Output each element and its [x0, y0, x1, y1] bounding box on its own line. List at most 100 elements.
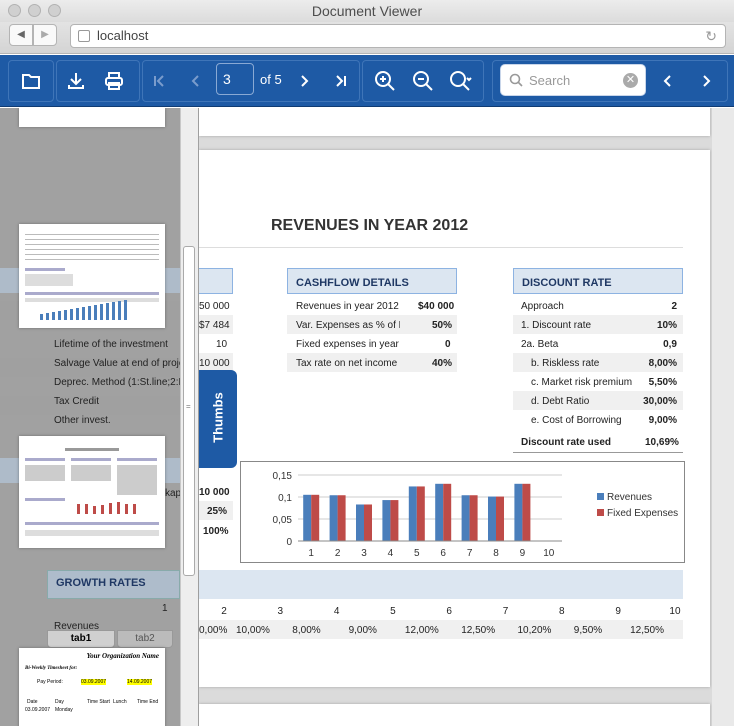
back-button[interactable]: ◀ — [9, 24, 33, 46]
cashflow-value-1: $40 000 — [418, 301, 455, 312]
growth-value-9: 12,50% — [630, 625, 665, 636]
browser-window: Document Viewer ◀ ▶ localhost ↻ 3 of 5 S… — [0, 0, 734, 726]
url-text: localhost — [97, 28, 149, 43]
thumb-pay-label: Pay Period: — [37, 679, 63, 685]
discount-value-7: 9,00% — [648, 415, 677, 426]
search-previous-icon[interactable] — [650, 63, 686, 99]
page-count: of 5 — [260, 72, 282, 87]
growth-year-3: 3 — [277, 606, 284, 617]
zoom-window-button[interactable] — [48, 4, 61, 17]
x-tick-label: 10 — [543, 548, 555, 559]
previous-page-icon[interactable] — [178, 63, 214, 99]
thumb-subtitle: Bi-Weekly Timesheet for: — [25, 666, 78, 671]
y-tick-label: 0,15 — [273, 471, 293, 482]
sidebar-row-3: Deprec. Method (1:St.line;2:DE — [54, 377, 180, 388]
growth-value-8: 9,50% — [573, 625, 603, 636]
y-tick-label: 0 — [286, 537, 292, 548]
thumb-org-name: Your Organization Name — [86, 652, 159, 660]
forward-button[interactable]: ▶ — [33, 24, 57, 46]
bar-fixed-expenses — [522, 483, 531, 541]
vertical-scrollbar[interactable] — [712, 108, 734, 726]
thumbnails-sidebar: Lifetime of the investment Salvage Value… — [0, 108, 199, 726]
growth-year-6: 6 — [446, 606, 452, 617]
bar-fixed-expenses — [416, 486, 425, 541]
growth-year-5: 5 — [390, 606, 396, 617]
thumbnail-page-1[interactable] — [19, 108, 165, 127]
search-input[interactable]: Search ✕ — [500, 64, 646, 96]
discount-label-1: Approach — [521, 301, 564, 312]
thumbnail-page-2[interactable] — [19, 224, 165, 328]
thumbnail-page-4[interactable]: Your Organization Name Bi-Weekly Timeshe… — [19, 648, 165, 726]
growth-year-9: 9 — [615, 606, 621, 617]
discount-value-4: 8,00% — [648, 358, 677, 369]
discount-total-label: Discount rate used — [521, 437, 612, 448]
sidebar-row-kap: kap — [165, 488, 182, 499]
thumb-row-date: 03.09.2007 — [25, 707, 51, 713]
bar-revenues — [382, 500, 391, 541]
title-bar: Document Viewer — [0, 0, 734, 22]
bar-fixed-expenses — [364, 504, 372, 541]
sidebar-growth-title: GROWTH RATES — [56, 577, 146, 589]
discount-label-2: 1. Discount rate — [521, 320, 592, 331]
cashflow-value-3: 0 — [445, 339, 451, 350]
reload-icon[interactable]: ↻ — [705, 25, 717, 47]
zoom-out-icon[interactable] — [405, 63, 441, 99]
page-number-input[interactable]: 3 — [216, 63, 254, 95]
close-window-button[interactable] — [8, 4, 21, 17]
legend-label: Fixed Expenses — [607, 508, 678, 519]
search-icon — [509, 73, 523, 87]
bar-revenues — [488, 496, 496, 541]
cashflow-value-2: 50% — [432, 320, 453, 331]
sidebar-growth-year-1: 1 — [162, 603, 168, 614]
growth-value-7: 10,20% — [517, 625, 552, 636]
bar-revenues — [514, 483, 523, 541]
bar-fixed-expenses — [337, 495, 346, 541]
cashflow-label-2: Var. Expenses as % of Rev — [296, 320, 400, 331]
growth-value-1: 0,00% — [199, 625, 228, 636]
search-next-icon[interactable] — [688, 63, 724, 99]
x-tick-label: 5 — [414, 548, 420, 559]
bar-revenues — [303, 494, 312, 541]
sheet-tab-1[interactable]: tab1 — [47, 630, 115, 648]
left-value-2: $7 484 — [199, 320, 230, 331]
sidebar-scroll-thumb[interactable]: = — [183, 246, 195, 576]
growth-year-2: 2 — [221, 606, 227, 617]
download-icon[interactable] — [58, 63, 94, 99]
print-icon[interactable] — [96, 63, 132, 99]
bar-revenues — [329, 495, 338, 541]
left-value-6: 25% — [207, 506, 228, 517]
search-placeholder: Search — [529, 73, 571, 88]
clear-search-icon[interactable]: ✕ — [623, 73, 638, 88]
page-icon — [78, 30, 90, 42]
discount-value-3: 0,9 — [663, 339, 677, 350]
open-folder-icon[interactable] — [13, 63, 49, 99]
discount-header: DISCOUNT RATE — [513, 268, 683, 294]
thumbs-tab[interactable]: Thumbs — [199, 370, 237, 468]
growth-value-5: 12,00% — [404, 625, 439, 636]
discount-value-1: 2 — [671, 301, 677, 312]
page-4 — [199, 704, 710, 726]
thumb-col-day: Day — [55, 699, 64, 705]
discount-label-3: 2a. Beta — [521, 339, 559, 350]
next-page-icon[interactable] — [286, 63, 322, 99]
thumb-col-lunch: Lunch — [113, 699, 127, 705]
first-page-icon[interactable] — [141, 63, 177, 99]
cashflow-header: CASHFLOW DETAILS — [287, 268, 457, 294]
sheet-tab-2[interactable]: tab2 — [117, 630, 173, 648]
growth-value-4: 9,00% — [348, 625, 377, 636]
zoom-menu-icon[interactable] — [443, 63, 479, 99]
last-page-icon[interactable] — [323, 63, 359, 99]
thumb-col-start: Time Start — [87, 699, 110, 705]
thumbnail-page-3[interactable] — [19, 436, 165, 548]
growth-value-3: 8,00% — [292, 625, 321, 636]
x-tick-label: 1 — [308, 548, 314, 559]
bar-revenues — [356, 504, 364, 541]
window-title: Document Viewer — [311, 3, 423, 19]
bar-fixed-expenses — [443, 483, 452, 541]
minimize-window-button[interactable] — [28, 4, 41, 17]
legend-swatch — [597, 493, 604, 500]
url-field[interactable]: localhost ↻ — [70, 24, 726, 48]
growth-value-2: 10,00% — [236, 625, 270, 636]
zoom-in-icon[interactable] — [367, 63, 403, 99]
left-section-header — [199, 268, 233, 294]
